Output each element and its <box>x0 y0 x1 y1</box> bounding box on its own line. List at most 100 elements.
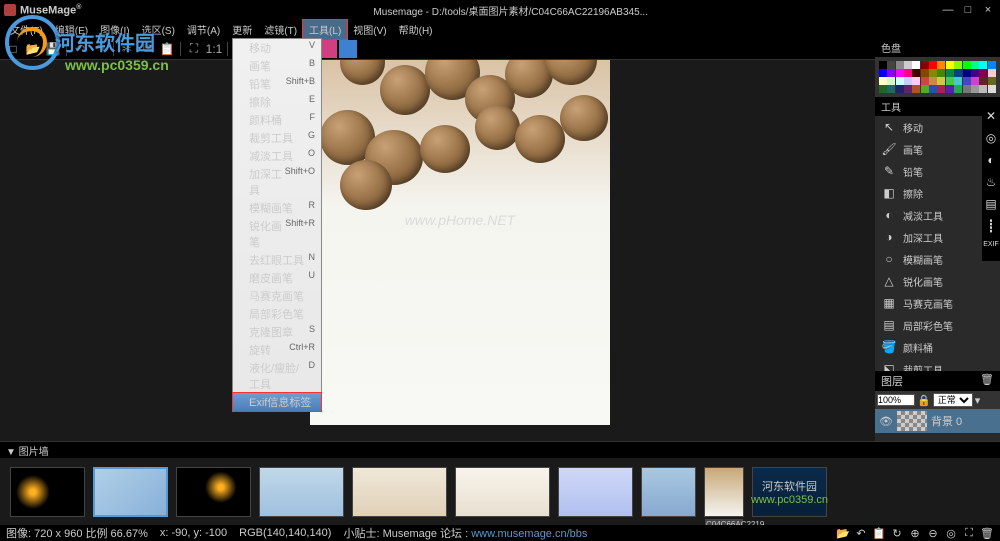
layer-row[interactable]: 👁 背景 0 <box>875 409 1000 433</box>
menu-item[interactable]: 调节(A) <box>181 20 226 39</box>
filmstrip-header[interactable]: ▼ 图片墙 <box>0 442 1000 458</box>
thumb[interactable] <box>10 467 85 517</box>
side-icon[interactable]: ✕ <box>983 109 999 125</box>
zoom-fit-icon[interactable]: ⛶ <box>185 40 203 58</box>
thumb[interactable]: C04C66AC2219 <box>704 467 744 517</box>
swatch[interactable] <box>988 61 996 69</box>
swatch[interactable] <box>954 85 962 93</box>
status-icon[interactable]: 🗑 <box>980 527 994 540</box>
swatch[interactable] <box>904 77 912 85</box>
thumb[interactable] <box>93 467 168 517</box>
swatch[interactable] <box>971 69 979 77</box>
open-icon[interactable]: 📂 <box>24 40 42 58</box>
zoom-100-icon[interactable]: 1:1 <box>205 40 223 58</box>
swatch[interactable] <box>921 69 929 77</box>
canvas[interactable]: www.pHome.NET <box>310 60 610 425</box>
swatch[interactable] <box>879 77 887 85</box>
menu-item[interactable]: 编辑(E) <box>49 20 94 39</box>
thumb[interactable] <box>352 467 447 517</box>
swatch[interactable] <box>963 61 971 69</box>
swatch[interactable] <box>912 85 920 93</box>
swatch[interactable] <box>937 85 945 93</box>
side-icon[interactable]: ▤ <box>983 197 999 213</box>
swatch[interactable] <box>946 85 954 93</box>
maximize-button[interactable]: □ <box>960 4 976 16</box>
swatch[interactable] <box>979 77 987 85</box>
swatch[interactable] <box>988 77 996 85</box>
cut-icon[interactable]: ✂ <box>118 40 136 58</box>
tool-row[interactable]: ▦马赛克画笔 <box>875 292 1000 314</box>
dropdown-item[interactable]: 去红眼工具N <box>233 251 321 269</box>
dropdown-item[interactable]: Exif信息标签 <box>233 393 321 411</box>
paste-icon[interactable]: 📋 <box>158 40 176 58</box>
dropdown-item[interactable]: 铅笔Shift+B <box>233 75 321 93</box>
dropdown-item[interactable]: 克隆图章S <box>233 323 321 341</box>
dropdown-item[interactable]: 移动V <box>233 39 321 57</box>
dropdown-item[interactable]: 磨皮画笔U <box>233 269 321 287</box>
status-icon[interactable]: ⊖ <box>926 527 940 540</box>
side-icon[interactable]: ┋ <box>983 219 999 235</box>
menu-item[interactable]: 选区(S) <box>136 20 181 39</box>
swatch[interactable] <box>979 61 987 69</box>
swatch[interactable] <box>971 61 979 69</box>
swatch[interactable] <box>896 85 904 93</box>
swatch[interactable] <box>912 61 920 69</box>
visibility-eye-icon[interactable]: 👁 <box>879 415 893 428</box>
copy-icon[interactable]: ⧉ <box>138 40 156 58</box>
dropdown-item[interactable]: 锐化画笔Shift+R <box>233 217 321 251</box>
canvas-area[interactable]: www.pHome.NET <box>0 60 1000 441</box>
layers-trash-icon[interactable]: 🗑 <box>980 373 994 389</box>
swatch[interactable] <box>887 85 895 93</box>
swatch[interactable] <box>971 85 979 93</box>
side-icon[interactable]: ◐ <box>983 153 999 169</box>
thumb[interactable] <box>558 467 633 517</box>
thumb[interactable] <box>641 467 696 517</box>
menu-item[interactable]: 滤镜(T) <box>258 20 303 39</box>
swatch[interactable] <box>963 77 971 85</box>
menu-item[interactable]: 文件(F) <box>4 20 49 39</box>
swatch[interactable] <box>887 61 895 69</box>
swatch[interactable] <box>904 61 912 69</box>
dropdown-item[interactable]: 马赛克画笔 <box>233 287 321 305</box>
swatch[interactable] <box>912 77 920 85</box>
swatch[interactable] <box>896 61 904 69</box>
swatch[interactable] <box>937 77 945 85</box>
dropdown-item[interactable]: 局部彩色笔 <box>233 305 321 323</box>
dropdown-item[interactable]: 加深工具Shift+O <box>233 165 321 199</box>
color-b-icon[interactable] <box>339 40 357 58</box>
thumb[interactable] <box>176 467 251 517</box>
thumb[interactable]: 河东软件园www.pc0359.cn <box>752 467 827 517</box>
swatch[interactable] <box>937 69 945 77</box>
dropdown-item[interactable]: 旋转Ctrl+R <box>233 341 321 359</box>
status-icon[interactable]: ⛶ <box>962 527 976 540</box>
swatch[interactable] <box>979 85 987 93</box>
swatch[interactable] <box>879 85 887 93</box>
status-icon[interactable]: 📋 <box>872 527 886 540</box>
swatch[interactable] <box>946 77 954 85</box>
swatch[interactable] <box>963 69 971 77</box>
save-icon[interactable]: 💾 <box>44 40 62 58</box>
swatch[interactable] <box>887 69 895 77</box>
menu-item[interactable]: 工具(L) <box>303 20 347 39</box>
swatch[interactable] <box>929 61 937 69</box>
swatch[interactable] <box>954 69 962 77</box>
swatch[interactable] <box>929 77 937 85</box>
swatch[interactable] <box>988 69 996 77</box>
tool-row[interactable]: 🪣颜料桶 <box>875 336 1000 358</box>
swatch[interactable] <box>979 69 987 77</box>
dropdown-item[interactable]: 减淡工具O <box>233 147 321 165</box>
undo-icon[interactable]: ↶ <box>71 40 89 58</box>
tool-row[interactable]: △锐化画笔 <box>875 270 1000 292</box>
swatch[interactable] <box>921 85 929 93</box>
swatch[interactable] <box>963 85 971 93</box>
thumb[interactable] <box>259 467 344 517</box>
close-button[interactable]: × <box>980 4 996 16</box>
swatch[interactable] <box>954 77 962 85</box>
menu-item[interactable]: 更新 <box>226 20 258 39</box>
redo-icon[interactable]: ↷ <box>91 40 109 58</box>
dropdown-item[interactable]: 画笔B <box>233 57 321 75</box>
swatch[interactable] <box>904 85 912 93</box>
swatch[interactable] <box>904 69 912 77</box>
swatch[interactable] <box>946 61 954 69</box>
minimize-button[interactable]: — <box>940 4 956 16</box>
